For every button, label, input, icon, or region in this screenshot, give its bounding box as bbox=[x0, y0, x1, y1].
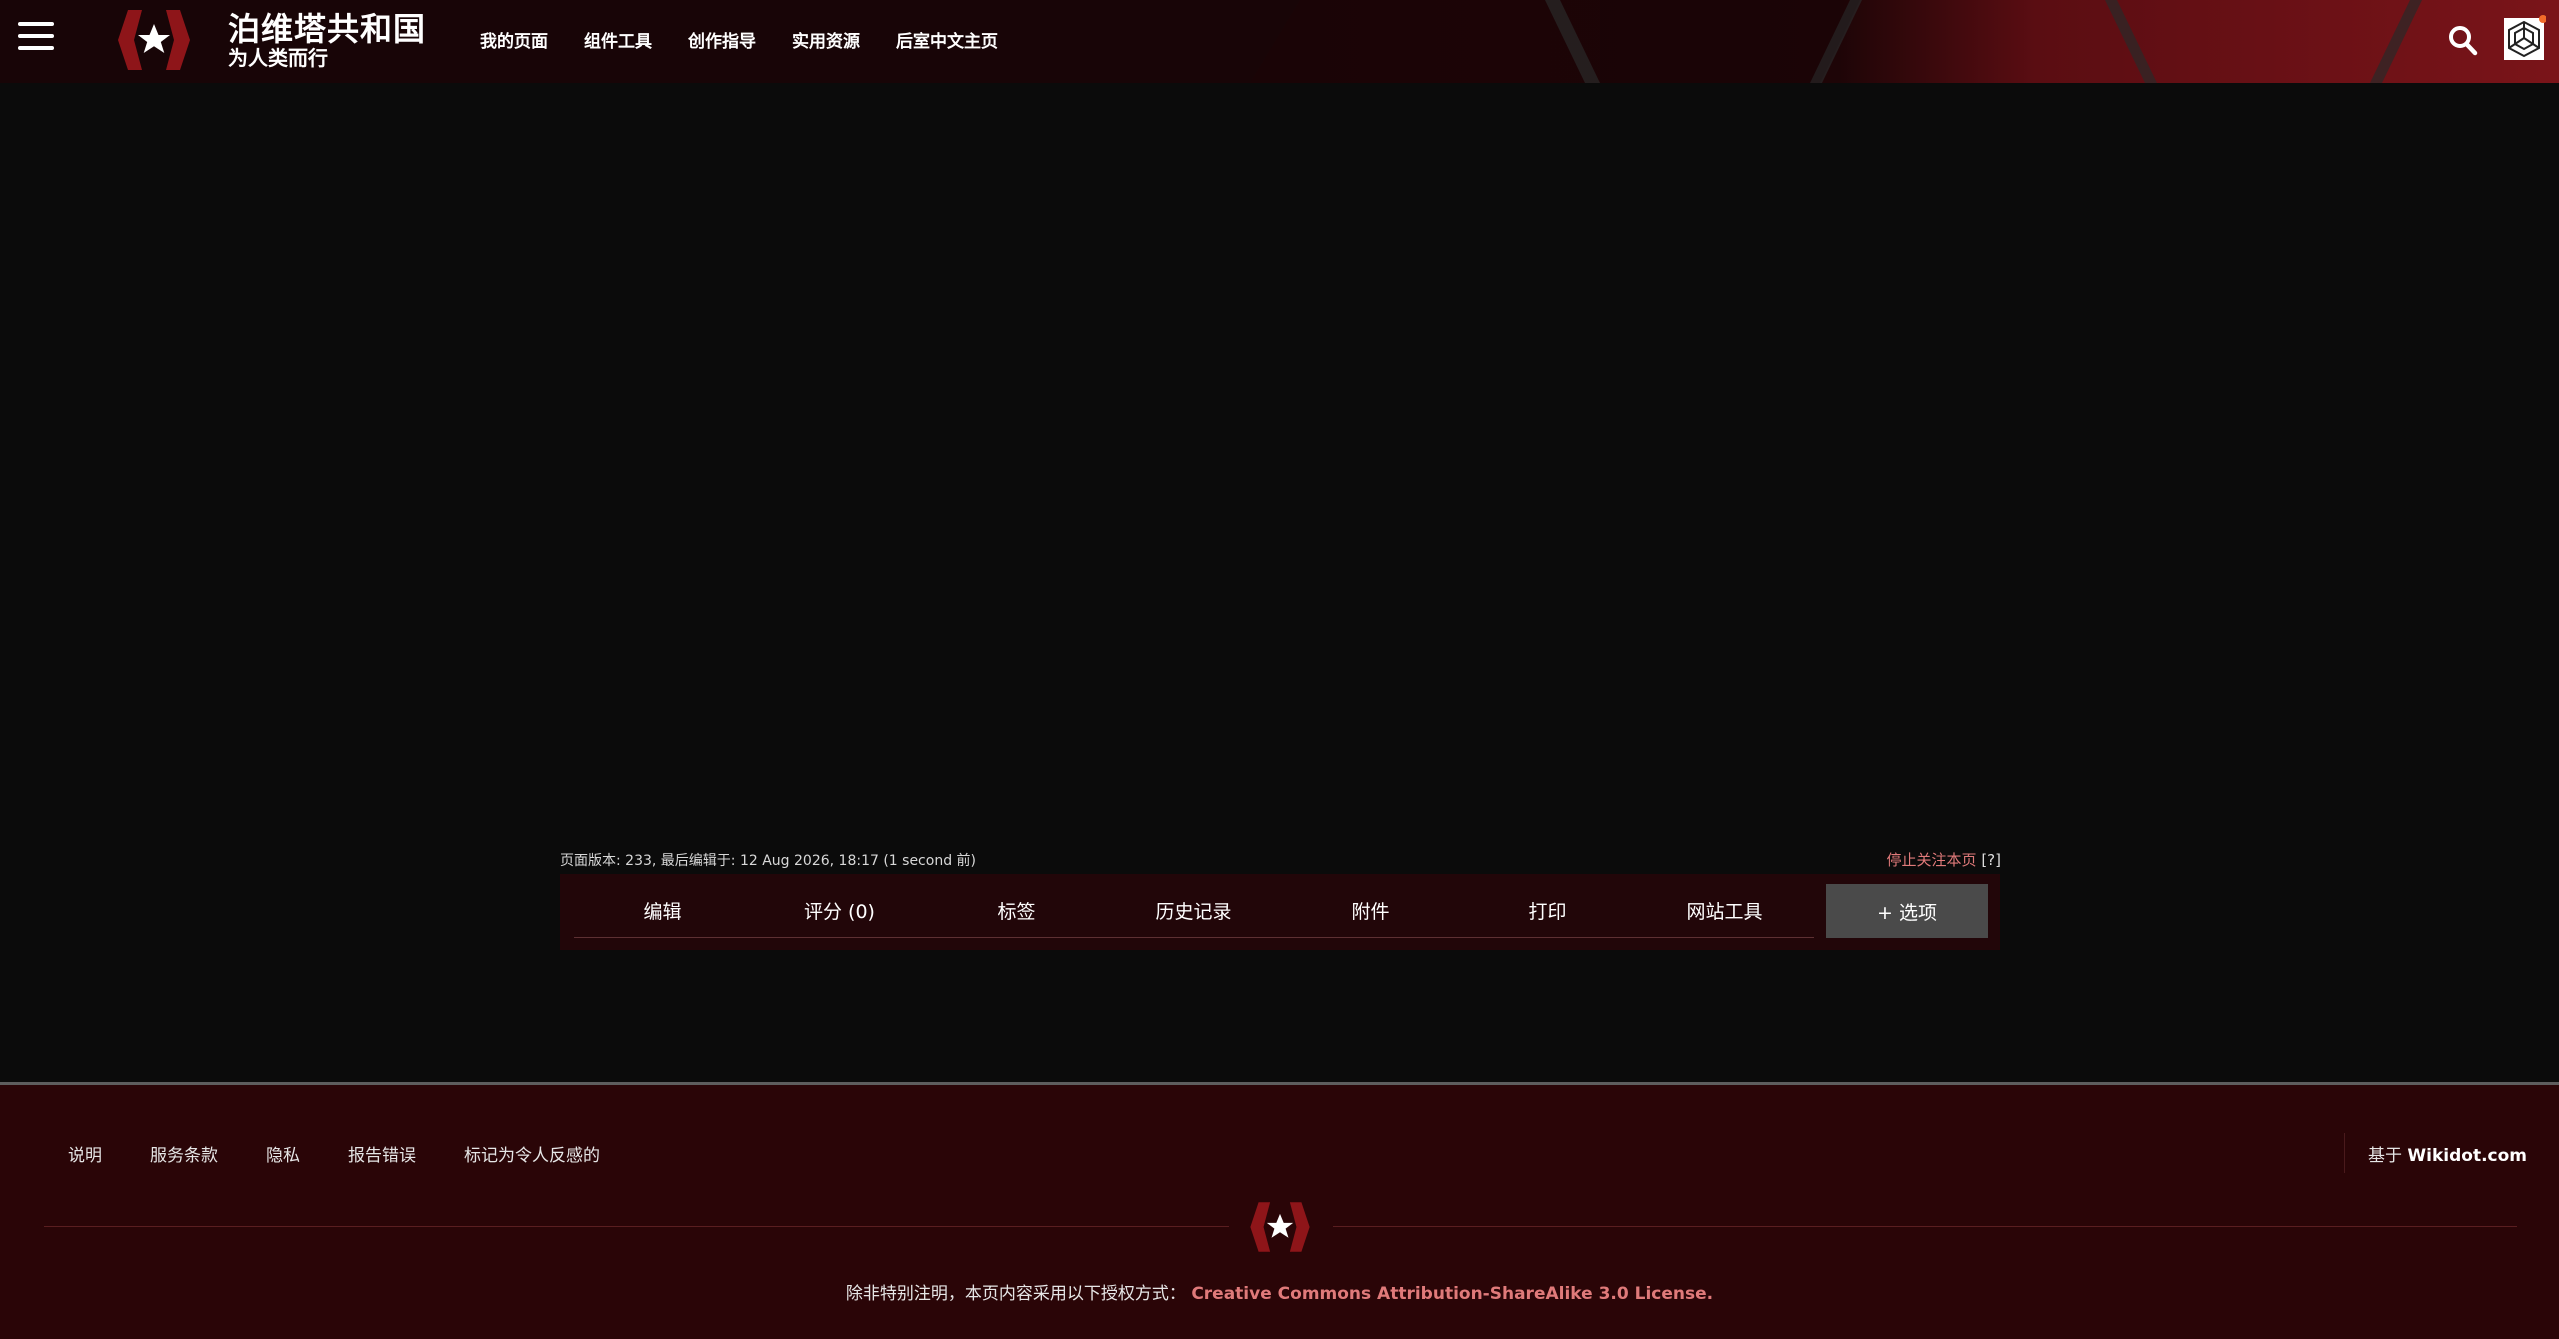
footer-separator bbox=[2344, 1133, 2345, 1173]
tab-tags[interactable]: 标签 bbox=[928, 884, 1105, 936]
page-options-toolbar: 编辑 评分 (0) 标签 历史记录 附件 打印 网站工具 + 选项 bbox=[560, 874, 2000, 950]
footer-link-flag[interactable]: 标记为令人反感的 bbox=[464, 1141, 600, 1166]
search-icon[interactable] bbox=[2448, 24, 2478, 56]
page-version-info: 页面版本: 233, 最后编辑于: 12 Aug 2026, 18:17 (1 … bbox=[560, 853, 976, 869]
avatar-icon[interactable] bbox=[2502, 14, 2546, 62]
footer-divider-left bbox=[44, 1226, 1229, 1227]
tab-rate[interactable]: 评分 (0) bbox=[751, 884, 928, 936]
license-notice: 除非特别注明，本页内容采用以下授权方式： Creative Commons At… bbox=[0, 1279, 2559, 1304]
logo-icon[interactable] bbox=[114, 6, 194, 74]
nav-my-pages[interactable]: 我的页面 bbox=[480, 27, 548, 52]
powered-prefix: 基于 bbox=[2368, 1146, 2402, 1166]
help-link[interactable]: [?] bbox=[1981, 851, 2001, 869]
nav-writing-guide[interactable]: 创作指导 bbox=[688, 27, 756, 52]
license-prefix: 除非特别注明，本页内容采用以下授权方式： bbox=[845, 1284, 1186, 1304]
powered-by: 基于 Wikidot.com bbox=[2368, 1141, 2527, 1166]
site-header: 泊维塔共和国 为人类而行 我的页面 组件工具 创作指导 实用资源 后室中文主页 bbox=[0, 0, 2559, 83]
options-button[interactable]: + 选项 bbox=[1826, 884, 1988, 938]
footer-link-terms[interactable]: 服务条款 bbox=[150, 1141, 218, 1166]
license-link[interactable]: Creative Commons Attribution-ShareAlike … bbox=[1191, 1284, 1713, 1304]
unwatch-link[interactable]: 停止关注本页 bbox=[1887, 851, 1977, 869]
footer-link-report-bug[interactable]: 报告错误 bbox=[348, 1141, 416, 1166]
nav-resources[interactable]: 实用资源 bbox=[792, 27, 860, 52]
footer-link-help[interactable]: 说明 bbox=[68, 1141, 102, 1166]
toolbar-divider bbox=[574, 937, 1814, 938]
nav-component-tools[interactable]: 组件工具 bbox=[584, 27, 652, 52]
tab-history[interactable]: 历史记录 bbox=[1105, 884, 1282, 936]
watch-controls: 停止关注本页 [?] bbox=[1887, 849, 2001, 870]
footer-logo-icon bbox=[1250, 1202, 1310, 1252]
footer-divider-right bbox=[1333, 1226, 2517, 1227]
nav-backrooms-cn-home[interactable]: 后室中文主页 bbox=[896, 27, 998, 52]
tab-print[interactable]: 打印 bbox=[1459, 884, 1636, 936]
site-subtitle: 为人类而行 bbox=[228, 46, 328, 70]
tab-edit[interactable]: 编辑 bbox=[574, 884, 751, 936]
site-footer: 说明 服务条款 隐私 报告错误 标记为令人反感的 基于 Wikidot.com … bbox=[0, 1082, 2559, 1339]
footer-links: 说明 服务条款 隐私 报告错误 标记为令人反感的 bbox=[68, 1141, 648, 1166]
menu-icon[interactable] bbox=[18, 22, 54, 54]
wikidot-link[interactable]: Wikidot.com bbox=[2407, 1146, 2527, 1166]
footer-link-privacy[interactable]: 隐私 bbox=[266, 1141, 300, 1166]
tab-site-tools[interactable]: 网站工具 bbox=[1636, 884, 1813, 936]
top-nav: 我的页面 组件工具 创作指导 实用资源 后室中文主页 bbox=[480, 27, 1034, 52]
tab-files[interactable]: 附件 bbox=[1282, 884, 1459, 936]
